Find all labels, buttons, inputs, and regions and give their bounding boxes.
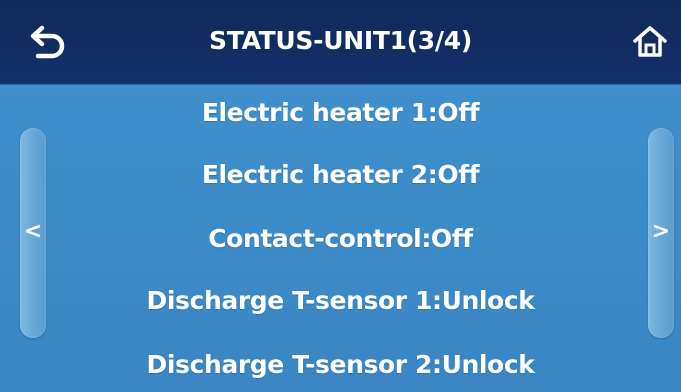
home-icon xyxy=(633,26,667,57)
status-item: Electric heater 2:Off xyxy=(201,160,480,189)
header-bar: STATUS-UNIT1(3/4) xyxy=(0,0,681,84)
previous-page-button[interactable]: < xyxy=(20,128,46,338)
page-title: STATUS-UNIT1(3/4) xyxy=(209,26,472,55)
status-item: Electric heater 1:Off xyxy=(201,98,480,127)
status-item: Contact-control:Off xyxy=(208,224,473,253)
status-screen: STATUS-UNIT1(3/4) Electric heater 1:Off … xyxy=(0,0,681,392)
status-item: Discharge T-sensor 1:Unlock xyxy=(146,286,535,315)
home-button[interactable] xyxy=(630,22,670,62)
status-item: Discharge T-sensor 2:Unlock xyxy=(146,350,535,379)
next-page-button[interactable]: > xyxy=(648,128,674,338)
chevron-left-icon: < xyxy=(23,219,43,244)
chevron-right-icon: > xyxy=(651,219,671,244)
